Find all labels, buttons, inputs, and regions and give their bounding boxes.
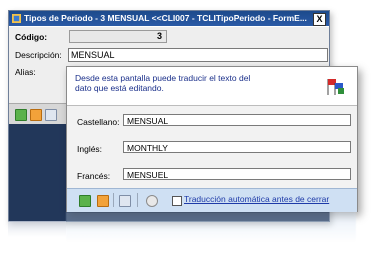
translation-dialog: Desde esta pantalla puede traducir el te…: [66, 66, 358, 212]
castellano-input[interactable]: MENSUAL: [123, 114, 351, 126]
separator: [113, 193, 114, 207]
flags-icon: [327, 79, 344, 95]
ingles-input[interactable]: MONTHLY: [123, 141, 351, 153]
cancel-icon[interactable]: [97, 195, 109, 207]
info-panel: Desde esta pantalla puede traducir el te…: [67, 67, 357, 106]
check-icon[interactable]: [15, 109, 27, 121]
help-icon[interactable]: [146, 195, 158, 207]
copy-icon[interactable]: [119, 195, 131, 207]
close-button[interactable]: X: [313, 13, 326, 26]
castellano-label: Castellano:: [77, 117, 120, 127]
title-bar: Tipos de Periodo - 3 MENSUAL <<CLI007 - …: [9, 11, 329, 26]
check-icon[interactable]: [79, 195, 91, 207]
auto-translate-label[interactable]: Traducción automática antes de cerrar: [184, 194, 329, 204]
copy-icon[interactable]: [45, 109, 57, 121]
separator: [137, 193, 138, 207]
dialog-footer: Traducción automática antes de cerrar: [67, 188, 357, 212]
reflection-bar: [66, 212, 356, 242]
app-icon: [12, 14, 21, 23]
ingles-label: Inglés:: [77, 144, 103, 154]
codigo-label: Código:: [15, 32, 48, 42]
descripcion-field[interactable]: MENSUAL: [68, 48, 328, 62]
frances-input[interactable]: MENSUEL: [123, 168, 351, 180]
dialog-reflection: [66, 212, 356, 242]
frances-label: Francés:: [77, 171, 111, 181]
auto-translate-checkbox[interactable]: [172, 196, 182, 206]
codigo-field: 3: [69, 30, 167, 43]
cancel-icon[interactable]: [30, 109, 42, 121]
window-title: Tipos de Periodo - 3 MENSUAL <<CLI007 - …: [24, 13, 307, 23]
info-text: Desde esta pantalla puede traducir el te…: [75, 73, 251, 93]
descripcion-label: Descripción:: [15, 50, 62, 60]
alias-label: Alias:: [15, 67, 36, 77]
reflection-left: [8, 221, 66, 237]
